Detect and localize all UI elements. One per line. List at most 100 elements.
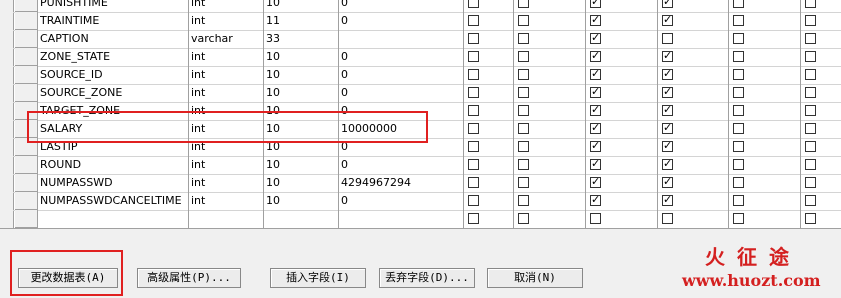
field-option-checkbox[interactable] (733, 177, 744, 188)
field-option-checkbox[interactable] (518, 87, 529, 98)
field-option-checkbox[interactable] (662, 103, 673, 117)
field-name-cell[interactable]: SOURCE_ID (40, 66, 188, 84)
field-length-cell[interactable]: 10 (266, 84, 338, 102)
field-option-checkbox[interactable] (518, 213, 529, 224)
field-option-checkbox[interactable] (468, 177, 479, 188)
field-option-checkbox[interactable] (662, 139, 673, 153)
field-option-checkbox[interactable] (590, 67, 601, 81)
field-option-checkbox[interactable] (590, 175, 601, 189)
field-option-checkbox[interactable] (805, 0, 816, 8)
drop-field-button[interactable]: 丢弃字段(D)... (379, 268, 475, 288)
row-header[interactable] (15, 84, 38, 102)
table-row[interactable] (13, 210, 841, 228)
field-option-checkbox[interactable] (805, 15, 816, 26)
field-default-cell[interactable]: 0 (341, 192, 461, 210)
field-option-checkbox[interactable] (805, 213, 816, 224)
field-option-checkbox[interactable] (518, 15, 529, 26)
field-option-checkbox[interactable] (518, 177, 529, 188)
field-option-checkbox[interactable] (468, 195, 479, 206)
field-option-checkbox[interactable] (590, 121, 601, 135)
field-option-checkbox[interactable] (662, 33, 673, 44)
field-default-cell[interactable]: 0 (341, 0, 461, 12)
field-option-checkbox[interactable] (468, 51, 479, 62)
field-option-checkbox[interactable] (805, 87, 816, 98)
field-option-checkbox[interactable] (805, 51, 816, 62)
field-option-checkbox[interactable] (518, 51, 529, 62)
row-header[interactable] (15, 210, 38, 228)
field-default-cell[interactable]: 4294967294 (341, 174, 461, 192)
table-row[interactable]: NUMPASSWD int 10 4294967294 (13, 174, 841, 193)
field-length-cell[interactable]: 11 (266, 12, 338, 30)
field-option-checkbox[interactable] (590, 13, 601, 27)
field-option-checkbox[interactable] (662, 121, 673, 135)
field-option-checkbox[interactable] (468, 87, 479, 98)
field-option-checkbox[interactable] (468, 123, 479, 134)
field-option-checkbox[interactable] (733, 69, 744, 80)
field-option-checkbox[interactable] (805, 33, 816, 44)
field-name-cell[interactable]: TRAINTIME (40, 12, 188, 30)
row-header[interactable] (15, 66, 38, 84)
field-name-cell[interactable]: NUMPASSWDCANCELTIME (40, 192, 188, 210)
field-type-cell[interactable]: int (191, 84, 263, 102)
field-option-checkbox[interactable] (590, 139, 601, 153)
row-header[interactable] (15, 156, 38, 174)
field-option-checkbox[interactable] (733, 33, 744, 44)
field-option-checkbox[interactable] (590, 85, 601, 99)
table-row[interactable]: SOURCE_ZONE int 10 0 (13, 84, 841, 103)
table-row[interactable]: SOURCE_ID int 10 0 (13, 66, 841, 85)
field-option-checkbox[interactable] (590, 193, 601, 207)
row-header[interactable] (15, 0, 38, 12)
field-option-checkbox[interactable] (590, 103, 601, 117)
field-option-checkbox[interactable] (468, 141, 479, 152)
field-option-checkbox[interactable] (468, 0, 479, 8)
field-name-cell[interactable]: ROUND (40, 156, 188, 174)
field-length-cell[interactable]: 10 (266, 156, 338, 174)
field-option-checkbox[interactable] (590, 157, 601, 171)
field-option-checkbox[interactable] (733, 159, 744, 170)
field-option-checkbox[interactable] (468, 105, 479, 116)
advanced-properties-button[interactable]: 高级属性(P)... (137, 268, 241, 288)
field-option-checkbox[interactable] (518, 69, 529, 80)
table-row[interactable]: TRAINTIME int 11 0 (13, 12, 841, 31)
field-length-cell[interactable]: 10 (266, 48, 338, 66)
field-length-cell[interactable]: 10 (266, 174, 338, 192)
field-option-checkbox[interactable] (733, 195, 744, 206)
field-option-checkbox[interactable] (662, 49, 673, 63)
table-row[interactable]: ROUND int 10 0 (13, 156, 841, 175)
field-option-checkbox[interactable] (662, 193, 673, 207)
field-option-checkbox[interactable] (518, 105, 529, 116)
field-option-checkbox[interactable] (518, 141, 529, 152)
field-option-checkbox[interactable] (662, 0, 673, 9)
field-option-checkbox[interactable] (733, 15, 744, 26)
field-name-cell[interactable]: SOURCE_ZONE (40, 84, 188, 102)
field-default-cell[interactable] (341, 210, 461, 228)
field-default-cell[interactable] (341, 30, 461, 48)
field-default-cell[interactable]: 0 (341, 66, 461, 84)
field-option-checkbox[interactable] (662, 175, 673, 189)
field-name-cell[interactable]: ZONE_STATE (40, 48, 188, 66)
field-option-checkbox[interactable] (805, 141, 816, 152)
field-option-checkbox[interactable] (733, 105, 744, 116)
insert-field-button[interactable]: 插入字段(I) (270, 268, 366, 288)
field-option-checkbox[interactable] (733, 51, 744, 62)
field-type-cell[interactable]: varchar (191, 30, 263, 48)
field-type-cell[interactable] (191, 210, 263, 228)
field-type-cell[interactable]: int (191, 0, 263, 12)
field-option-checkbox[interactable] (518, 123, 529, 134)
field-option-checkbox[interactable] (733, 141, 744, 152)
field-name-cell[interactable]: PUNISHTIME (40, 0, 188, 12)
field-option-checkbox[interactable] (662, 85, 673, 99)
row-header[interactable] (15, 48, 38, 66)
alter-table-button[interactable]: 更改数据表(A) (18, 268, 118, 288)
row-header[interactable] (15, 30, 38, 48)
table-row[interactable]: NUMPASSWDCANCELTIME int 10 0 (13, 192, 841, 211)
row-header[interactable] (15, 174, 38, 192)
field-type-cell[interactable]: int (191, 156, 263, 174)
field-option-checkbox[interactable] (518, 33, 529, 44)
field-option-checkbox[interactable] (805, 159, 816, 170)
field-option-checkbox[interactable] (590, 49, 601, 63)
field-option-checkbox[interactable] (662, 13, 673, 27)
field-type-cell[interactable]: int (191, 192, 263, 210)
field-option-checkbox[interactable] (590, 0, 601, 9)
field-name-cell[interactable]: NUMPASSWD (40, 174, 188, 192)
